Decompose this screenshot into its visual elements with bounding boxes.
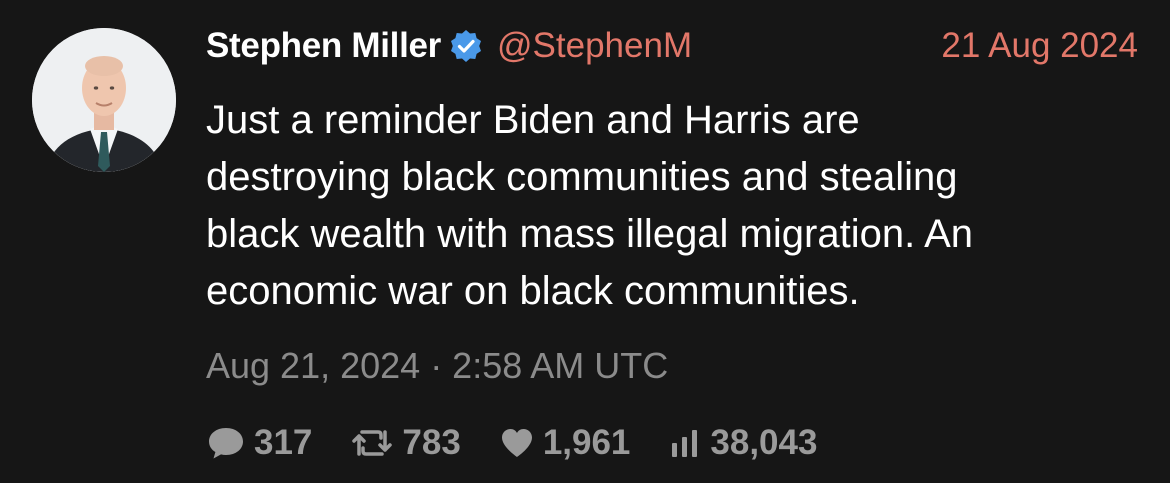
likes-stat[interactable]: 1,961 — [499, 423, 631, 463]
comment-icon — [209, 428, 243, 459]
tweet-text-line: economic war on black communities. — [206, 269, 860, 313]
replies-count: 317 — [254, 423, 313, 462]
views-count: 38,043 — [710, 423, 818, 462]
retweets-count: 783 — [402, 423, 461, 462]
replies-stat[interactable]: 317 — [206, 423, 312, 463]
tweet-text: Just a reminder Biden and Harris are des… — [206, 92, 1156, 320]
bar-chart-icon — [672, 430, 698, 457]
author-handle[interactable]: @StephenM — [497, 26, 692, 66]
tweet-text-line: black wealth with mass illegal migration… — [206, 212, 974, 256]
tweet-timestamp[interactable]: Aug 21, 2024 · 2:58 AM UTC — [206, 345, 668, 387]
likes-count: 1,961 — [542, 423, 631, 462]
engagement-stats: 317 783 1,961 38,043 — [206, 418, 855, 468]
tweet-text-line: Just a reminder Biden and Harris are — [206, 98, 860, 142]
retweets-stat[interactable]: 783 — [350, 423, 461, 463]
post-date[interactable]: 21 Aug 2024 — [941, 22, 1138, 70]
tweet-text-line: destroying black communities and stealin… — [206, 155, 958, 199]
views-stat[interactable]: 38,043 — [668, 423, 817, 463]
verified-badge-icon — [449, 29, 483, 63]
author-name[interactable]: Stephen Miller — [206, 26, 441, 66]
heart-icon — [501, 429, 532, 457]
avatar[interactable] — [32, 28, 176, 172]
retweet-icon — [352, 430, 393, 456]
tweet-header: Stephen Miller @StephenM 21 Aug 2024 — [206, 22, 1146, 70]
